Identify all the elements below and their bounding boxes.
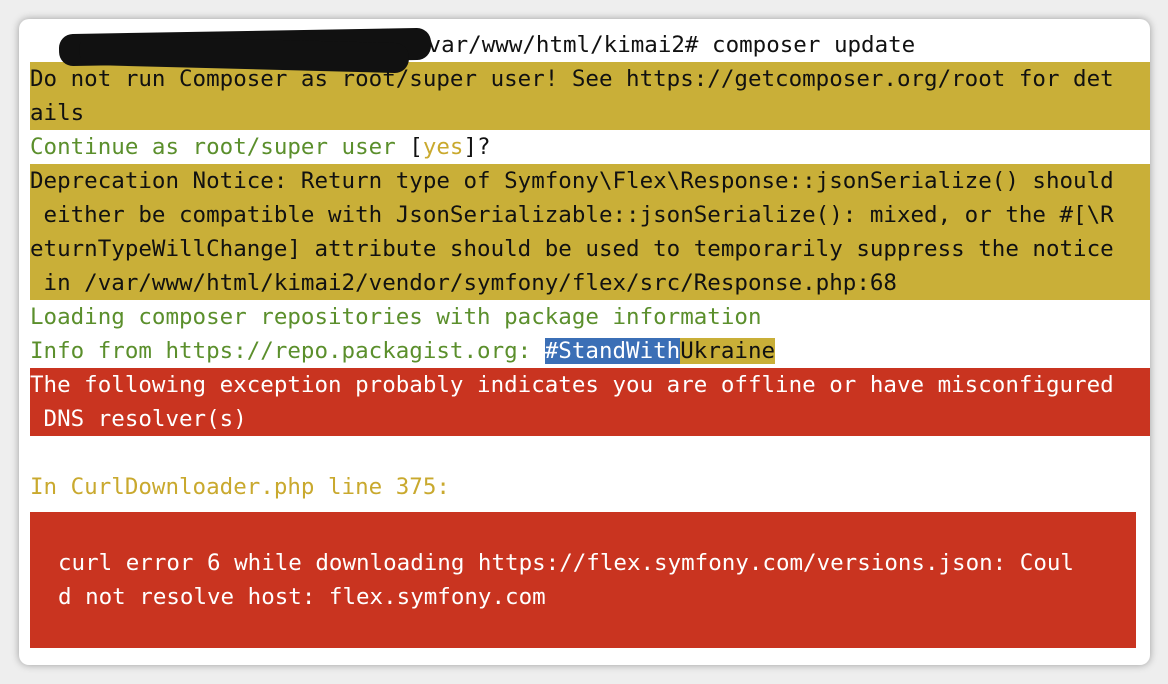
prompt-path: /var/www/html/kimai2# <box>414 32 699 58</box>
info-line: Info from https://repo.packagist.org: #S… <box>30 334 1150 368</box>
question-default: yes <box>422 134 464 160</box>
continue-question: Continue as root/super user [yes]? <box>30 130 1150 164</box>
error-box-line-1: curl error 6 while downloading https://f… <box>58 550 1074 576</box>
question-text: Continue as root/super user <box>30 134 410 160</box>
deprecation-line-4: in /var/www/html/kimai2/vendor/symfony/f… <box>30 270 897 296</box>
exception-line-2: DNS resolver(s) <box>30 406 247 432</box>
info-prefix: Info from https://repo.packagist.org: <box>30 338 545 364</box>
terminal-window: /var/www/html/kimai2# composer update Do… <box>19 19 1150 665</box>
root-warning: Do not run Composer as root/super user! … <box>30 62 1150 130</box>
exception-notice: The following exception probably indicat… <box>30 368 1150 436</box>
deprecation-line-2: either be compatible with JsonSerializab… <box>30 202 1114 228</box>
deprecation-notice: Deprecation Notice: Return type of Symfo… <box>30 164 1150 300</box>
exception-location: In CurlDownloader.php line 375: <box>30 474 450 500</box>
loading-line: Loading composer repositories with packa… <box>30 304 762 330</box>
question-bracket-open: [ <box>409 134 423 160</box>
error-box: curl error 6 while downloading https://f… <box>30 512 1136 648</box>
error-box-line-2: d not resolve host: flex.symfony.com <box>58 584 546 610</box>
root-warning-line-2: ails <box>30 100 85 126</box>
deprecation-line-1: Deprecation Notice: Return type of Symfo… <box>30 168 1114 194</box>
standwith-highlight: #StandWith <box>544 338 681 364</box>
ukraine-highlight: Ukraine <box>680 338 776 364</box>
deprecation-line-3: eturnTypeWillChange] attribute should be… <box>30 236 1114 262</box>
prompt-command: composer update <box>712 32 916 58</box>
terminal-output: /var/www/html/kimai2# composer update Do… <box>30 28 1150 648</box>
exception-line-1: The following exception probably indicat… <box>30 372 1114 398</box>
question-bracket-close: ]? <box>463 134 491 160</box>
